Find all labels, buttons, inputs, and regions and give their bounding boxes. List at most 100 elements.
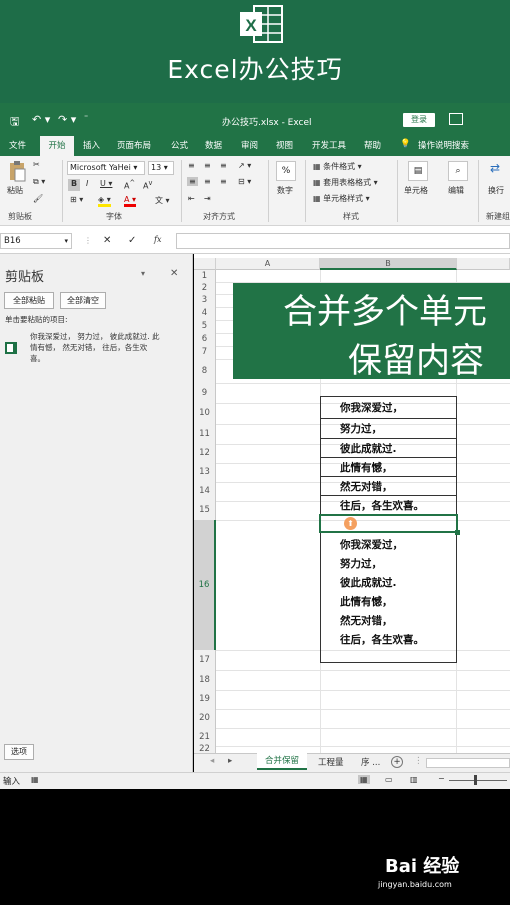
pane-options-icon[interactable]: ▾ bbox=[141, 269, 145, 278]
sheet-scroll-left-icon[interactable]: ◂ bbox=[210, 756, 214, 766]
sheet-tab-merge[interactable]: 合并保留 bbox=[257, 753, 307, 770]
bold-icon[interactable]: B bbox=[68, 179, 80, 191]
border-icon[interactable]: ⊞ ▾ bbox=[70, 195, 83, 204]
cell-b15[interactable]: 往后，各生欢喜。 bbox=[340, 498, 424, 513]
increase-font-icon[interactable]: A^ bbox=[124, 179, 135, 191]
align-top-icon[interactable]: ≡ bbox=[188, 161, 195, 170]
font-size-select[interactable]: 13 ▾ bbox=[148, 161, 174, 175]
horizontal-scrollbar[interactable] bbox=[426, 758, 510, 768]
font-color-icon[interactable]: A ▾ bbox=[124, 195, 137, 207]
tab-developer[interactable]: 开发工具 bbox=[312, 139, 346, 151]
row-header-13[interactable]: 13 bbox=[194, 463, 216, 482]
column-header-c[interactable] bbox=[457, 258, 510, 270]
cell-b14[interactable]: 然无对错， bbox=[340, 479, 393, 494]
merge-cells-icon[interactable]: ⊟ ▾ bbox=[238, 177, 251, 186]
zoom-out-icon[interactable]: − bbox=[438, 774, 445, 783]
enter-icon[interactable]: ✓ bbox=[128, 235, 136, 246]
cell-b12[interactable]: 彼此成就过. bbox=[340, 441, 397, 456]
cell-b11[interactable]: 努力过， bbox=[340, 421, 382, 436]
close-icon[interactable]: ✕ bbox=[170, 268, 178, 279]
align-left-icon[interactable]: ≡ bbox=[187, 177, 198, 186]
page-layout-view-icon[interactable]: ▭ bbox=[385, 775, 393, 784]
tab-insert[interactable]: 插入 bbox=[83, 139, 100, 151]
row-header-4[interactable]: 4 bbox=[194, 307, 216, 320]
table-format-button[interactable]: ▦ 套用表格格式 ▾ bbox=[313, 177, 378, 188]
format-painter-icon[interactable]: 🖌 bbox=[33, 194, 43, 203]
cell-b10[interactable]: 你我深爱过， bbox=[340, 400, 403, 415]
tab-view[interactable]: 视图 bbox=[276, 139, 293, 151]
conditional-format-button[interactable]: ▦ 条件格式 ▾ bbox=[313, 161, 362, 172]
column-header-a[interactable]: A bbox=[216, 258, 320, 270]
fill-color-icon[interactable]: ◈ ▾ bbox=[98, 195, 111, 207]
wrap-icon[interactable]: ⇄ bbox=[490, 161, 500, 175]
cut-icon[interactable]: ✂ bbox=[33, 160, 40, 169]
number-format-label[interactable]: 数字 bbox=[277, 185, 293, 196]
row-header-16[interactable]: 16 bbox=[194, 520, 216, 650]
select-all-corner[interactable] bbox=[194, 258, 216, 270]
tab-split-icon[interactable]: ⋮ bbox=[414, 756, 423, 766]
row-header-18[interactable]: 18 bbox=[194, 670, 216, 690]
row-header-7[interactable]: 7 bbox=[194, 346, 216, 359]
align-middle-icon[interactable]: ≡ bbox=[204, 161, 211, 170]
zoom-slider-thumb[interactable] bbox=[474, 775, 477, 785]
sheet-tab-quantity[interactable]: 工程量 bbox=[318, 756, 344, 768]
tell-me-search[interactable]: 操作说明搜索 bbox=[418, 139, 469, 151]
page-break-view-icon[interactable]: ▥ bbox=[410, 775, 418, 784]
align-right-icon[interactable]: ≡ bbox=[220, 177, 227, 186]
row-header-14[interactable]: 14 bbox=[194, 482, 216, 501]
row-header-5[interactable]: 5 bbox=[194, 320, 216, 333]
tab-formulas[interactable]: 公式 bbox=[171, 139, 188, 151]
row-header-9[interactable]: 9 bbox=[194, 383, 216, 403]
row-header-10[interactable]: 10 bbox=[194, 403, 216, 424]
increase-indent-icon[interactable]: ⇥ bbox=[204, 194, 211, 203]
tab-home[interactable]: 开始 bbox=[40, 136, 74, 156]
undo-icon[interactable]: ↶ ▾ bbox=[32, 113, 50, 126]
row-header-22[interactable]: 22 bbox=[194, 745, 216, 753]
row-header-3[interactable]: 3 bbox=[194, 294, 216, 307]
row-header-12[interactable]: 12 bbox=[194, 444, 216, 463]
row-header-17[interactable]: 17 bbox=[194, 650, 216, 670]
row-header-8[interactable]: 8 bbox=[194, 359, 216, 383]
decrease-indent-icon[interactable]: ⇤ bbox=[188, 194, 195, 203]
sheet-scroll-right-icon[interactable]: ▸ bbox=[228, 756, 232, 766]
cancel-icon[interactable]: ✕ bbox=[103, 235, 111, 246]
phonetic-icon[interactable]: 文 ▾ bbox=[155, 195, 170, 206]
sheet-tab-more[interactable]: 序 ... bbox=[361, 756, 380, 768]
tab-help[interactable]: 帮助 bbox=[364, 139, 381, 151]
column-header-b[interactable]: B bbox=[320, 258, 457, 270]
save-icon[interactable]: 🖫 bbox=[10, 113, 19, 132]
name-box[interactable]: B16 ▾ bbox=[0, 233, 72, 249]
tab-data[interactable]: 数据 bbox=[205, 139, 222, 151]
clipboard-item[interactable]: 你我深爱过， 努力过， 彼此成就过. 此情有憾， 然无对错， 往后，各生欢喜。 bbox=[30, 331, 160, 364]
search-icon[interactable]: ⌕ bbox=[448, 161, 468, 181]
normal-view-icon[interactable]: ▦ bbox=[358, 775, 370, 784]
paste-icon[interactable] bbox=[6, 160, 28, 182]
tab-review[interactable]: 审阅 bbox=[241, 139, 258, 151]
login-button[interactable]: 登录 bbox=[403, 113, 435, 127]
font-name-select[interactable]: Microsoft YaHei ▾ bbox=[67, 161, 145, 175]
active-cell-b16[interactable] bbox=[319, 514, 458, 533]
tab-file[interactable]: 文件 bbox=[9, 139, 26, 151]
percent-icon[interactable]: % bbox=[276, 161, 296, 181]
decrease-font-icon[interactable]: Av bbox=[143, 179, 152, 191]
edit-label[interactable]: 编辑 bbox=[448, 185, 464, 196]
cells-label[interactable]: 单元格 bbox=[404, 185, 428, 196]
paste-all-button[interactable]: 全部粘贴 bbox=[4, 292, 54, 309]
cell-style-button[interactable]: ▦ 单元格样式 ▾ bbox=[313, 193, 370, 204]
ribbon-display-options-icon[interactable] bbox=[449, 113, 463, 125]
macro-record-icon[interactable]: ▦ bbox=[31, 775, 39, 784]
zoom-slider[interactable] bbox=[449, 780, 507, 781]
orientation-icon[interactable]: ↗ ▾ bbox=[238, 161, 251, 170]
row-header-15[interactable]: 15 bbox=[194, 501, 216, 520]
paste-label[interactable]: 粘贴 bbox=[7, 185, 23, 196]
tab-page-layout[interactable]: 页面布局 bbox=[117, 139, 151, 151]
row-header-20[interactable]: 20 bbox=[194, 709, 216, 728]
row-header-2[interactable]: 2 bbox=[194, 282, 216, 294]
row-header-19[interactable]: 19 bbox=[194, 690, 216, 709]
clear-all-button[interactable]: 全部清空 bbox=[60, 292, 106, 309]
paste-options-icon[interactable]: ⬆ bbox=[344, 517, 357, 530]
cells-icon[interactable]: ▤ bbox=[408, 161, 428, 181]
italic-icon[interactable]: I bbox=[86, 179, 88, 188]
wrap-label[interactable]: 换行 bbox=[488, 185, 504, 196]
row-header-1[interactable]: 1 bbox=[194, 270, 216, 282]
